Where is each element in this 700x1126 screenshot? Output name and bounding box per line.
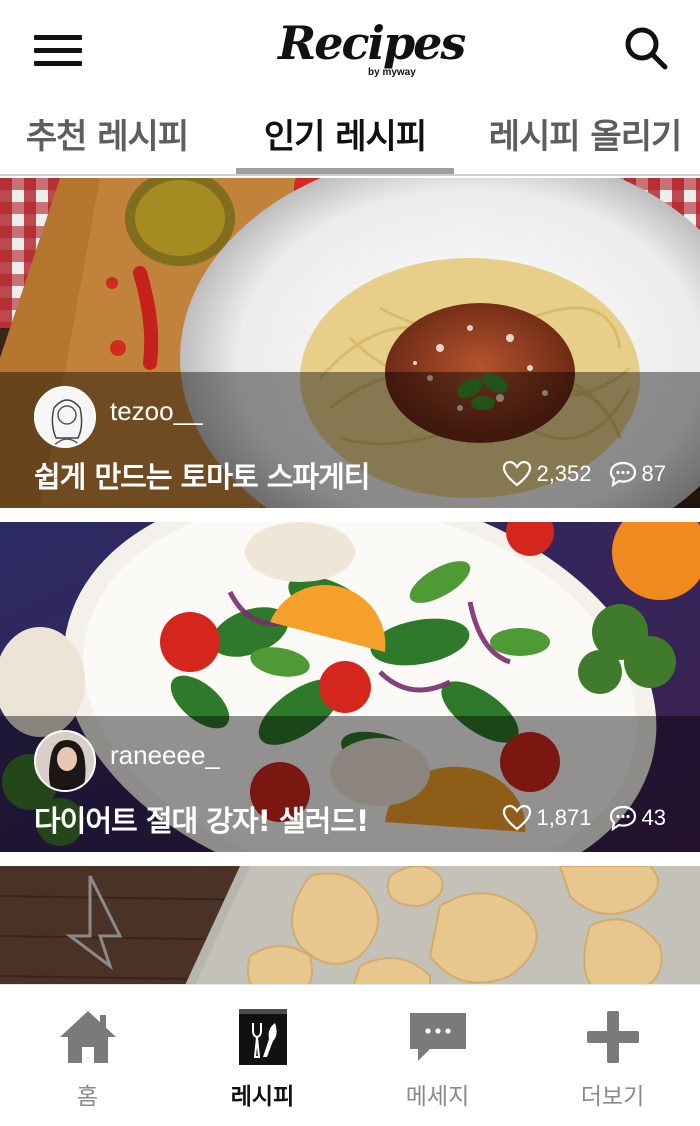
nav-item-recipe[interactable]: 레시피 [175,985,350,1126]
logo-tagline: by myway [368,67,416,78]
plus-icon [581,1007,645,1067]
hamburger-menu-icon[interactable] [30,30,84,74]
nav-item-message[interactable]: 메세지 [350,985,525,1126]
nav-item-home[interactable]: 홈 [0,985,175,1126]
comment-count: 87 [641,461,666,486]
bottom-navigation: 홈 레시피 메세지 더보기 [0,984,700,1126]
recipe-icon [231,1007,295,1067]
heart-icon[interactable] [502,459,532,489]
nav-label: 홈 [76,1084,99,1110]
nav-label: 더보기 [580,1084,645,1110]
menu-bar [34,35,82,40]
message-icon [406,1007,470,1067]
like-count: 1,871 [536,805,592,830]
recipes-app: Recipes by myway 추천 레시피 인기 레시피 레시피 올리기 t… [0,0,700,1126]
card-stats: 1,871 43 [502,800,666,836]
cookies-photo [0,866,700,984]
heart-icon[interactable] [502,803,532,833]
card-username[interactable]: raneeee_ [110,740,220,771]
recipe-feed[interactable]: tezoo__ 쉽게 만드는 토마토 스파게티 2,352 87 raneeee… [0,178,700,984]
tab-upload[interactable]: 레시피 올리기 [480,110,690,164]
logo-wordmark: Recipes [278,16,466,70]
active-tab-indicator [236,168,454,174]
tab-popular[interactable]: 인기 레시피 [236,110,454,164]
recipe-card[interactable] [0,866,700,984]
tab-bar: 추천 레시피 인기 레시피 레시피 올리기 [0,100,700,176]
card-title[interactable]: 쉽게 만드는 토마토 스파게티 [34,454,370,496]
recipe-card[interactable]: raneeee_ 다이어트 절대 강자! 샐러드! 1,871 43 [0,522,700,852]
home-icon [56,1007,120,1067]
card-username[interactable]: tezoo__ [110,396,203,427]
nav-label: 레시피 [230,1084,295,1110]
card-info-overlay: tezoo__ 쉽게 만드는 토마토 스파게티 2,352 87 [0,372,700,508]
search-icon[interactable] [622,24,670,72]
app-header: Recipes by myway [0,0,700,100]
avatar[interactable] [34,730,96,792]
card-title[interactable]: 다이어트 절대 강자! 샐러드! [34,798,369,840]
menu-bar [34,48,82,53]
nav-item-more[interactable]: 더보기 [525,985,700,1126]
avatar[interactable] [34,386,96,448]
card-stats: 2,352 87 [502,456,666,492]
comment-count: 43 [641,805,666,830]
tab-recommended[interactable]: 추천 레시피 [14,110,200,164]
comment-icon[interactable] [608,803,638,833]
comment-icon[interactable] [608,459,638,489]
recipe-card[interactable]: tezoo__ 쉽게 만드는 토마토 스파게티 2,352 87 [0,178,700,508]
app-logo[interactable]: Recipes by myway [270,14,466,86]
menu-bar [34,61,82,66]
like-count: 2,352 [536,461,592,486]
card-info-overlay: raneeee_ 다이어트 절대 강자! 샐러드! 1,871 43 [0,716,700,852]
nav-label: 메세지 [405,1084,470,1110]
